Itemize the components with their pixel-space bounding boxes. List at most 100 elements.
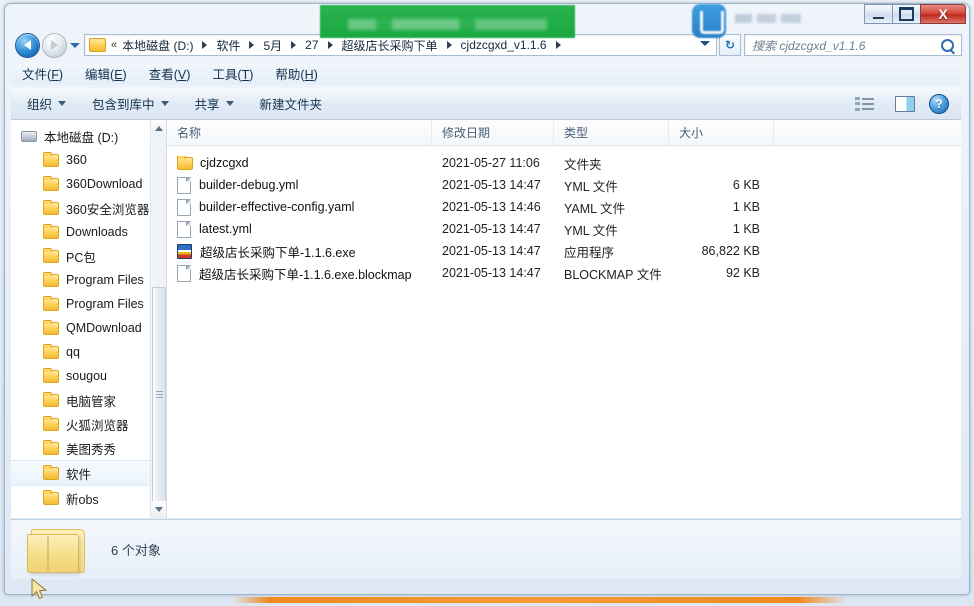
file-size-cell: 6 KB xyxy=(732,178,760,192)
scrollbar-thumb[interactable] xyxy=(152,287,166,503)
menu-item-tools[interactable]: 工具(T) xyxy=(201,62,264,85)
file-rows: cjdzcgxd 2021-05-27 11:06 文件夹 builder-de… xyxy=(167,146,961,284)
address-dropdown-icon[interactable] xyxy=(700,41,710,46)
tree-item-label: 360Download xyxy=(66,177,143,191)
tree-item-program-files-x86[interactable]: Program Files xyxy=(11,292,166,316)
file-type-cell: BLOCKMAP 文件 xyxy=(564,267,662,282)
maximize-button[interactable] xyxy=(892,4,920,24)
breadcrumb-item-1[interactable]: 软件 xyxy=(212,36,244,55)
table-row[interactable]: builder-debug.yml 2021-05-13 14:47 YML 文… xyxy=(167,174,961,196)
include-in-library-label: 包含到库中 xyxy=(92,98,155,112)
breadcrumb-item-2[interactable]: 5月 xyxy=(259,36,286,55)
chevron-down-icon xyxy=(225,101,234,106)
menu-item-edit[interactable]: 编辑(E) xyxy=(74,62,138,85)
breadcrumb-separator-icon[interactable] xyxy=(446,41,452,49)
tree-item-program-files[interactable]: Program Files xyxy=(11,268,166,292)
column-header-name[interactable]: 名称 xyxy=(167,120,432,146)
column-header-size[interactable]: 大小 xyxy=(669,120,774,146)
folder-icon xyxy=(43,464,59,480)
chevron-down-icon xyxy=(58,101,67,106)
tree-item-new-obs[interactable]: 新obs xyxy=(11,486,166,510)
tree-item-label: 360 xyxy=(66,153,87,167)
tree-item-qmdownload[interactable]: QMDownload xyxy=(11,316,166,340)
close-button[interactable]: X xyxy=(920,4,966,24)
file-name-cell[interactable]: builder-effective-config.yaml xyxy=(167,198,432,216)
scroll-up-button[interactable] xyxy=(151,120,166,137)
overflow-chevron-icon[interactable]: « xyxy=(110,39,118,51)
search-placeholder: 搜索 cjdzcgxd_v1.1.6 xyxy=(752,38,866,53)
tree-item-360[interactable]: 360 xyxy=(11,148,166,172)
breadcrumb-separator-icon[interactable] xyxy=(327,41,333,49)
help-icon[interactable]: ? xyxy=(929,93,949,114)
navigation-pane: 本地磁盘 (D:) 360 360Download 360安全浏览器 Downl… xyxy=(11,120,167,518)
breadcrumb-separator-icon[interactable] xyxy=(202,41,208,49)
breadcrumb-item-3[interactable]: 27 xyxy=(301,37,322,53)
navigation-scrollbar[interactable] xyxy=(150,120,166,518)
file-icon xyxy=(177,176,191,194)
close-icon: X xyxy=(938,6,948,22)
tree-item-firefox[interactable]: 火狐浏览器 xyxy=(11,412,166,436)
menu-item-view[interactable]: 查看(V) xyxy=(138,62,202,85)
chevron-down-icon[interactable] xyxy=(70,42,80,48)
status-bar: 6 个对象 xyxy=(11,519,961,579)
scroll-down-button[interactable] xyxy=(151,501,166,518)
breadcrumb-separator-icon[interactable] xyxy=(249,41,255,49)
table-row[interactable]: 超级店长采购下单-1.1.6.exe.blockmap 2021-05-13 1… xyxy=(167,262,961,284)
tree-item-360download[interactable]: 360Download xyxy=(11,172,166,196)
breadcrumb-separator-icon[interactable] xyxy=(291,41,297,49)
include-in-library-button[interactable]: 包含到库中 xyxy=(82,91,179,116)
table-row[interactable]: builder-effective-config.yaml 2021-05-13… xyxy=(167,196,961,218)
triangle-down-icon xyxy=(155,507,163,512)
breadcrumb-separator-icon[interactable] xyxy=(555,41,561,49)
folder-icon xyxy=(43,175,59,191)
column-header-date[interactable]: 修改日期 xyxy=(432,120,554,146)
tree-item-computer-manager[interactable]: 电脑管家 xyxy=(11,388,166,412)
table-row[interactable]: 超级店长采购下单-1.1.6.exe 2021-05-13 14:47 应用程序… xyxy=(167,240,961,262)
refresh-button[interactable]: ↻ xyxy=(719,34,741,56)
file-name-cell[interactable]: 超级店长采购下单-1.1.6.exe xyxy=(167,242,432,261)
folder-icon xyxy=(177,156,193,170)
tree-item-360-browser[interactable]: 360安全浏览器 xyxy=(11,196,166,220)
menu-item-file[interactable]: 文件(F) xyxy=(11,62,74,85)
tree-item-label: QMDownload xyxy=(66,321,142,335)
folder-icon xyxy=(43,343,59,359)
change-view-button[interactable] xyxy=(855,96,881,111)
tree-item-sougou[interactable]: sougou xyxy=(11,364,166,388)
organize-button[interactable]: 组织 xyxy=(17,91,76,116)
menu-item-help[interactable]: 帮助(H) xyxy=(264,62,328,85)
tree-item-downloads[interactable]: Downloads xyxy=(11,220,166,244)
tree-item-meitu[interactable]: 美图秀秀 xyxy=(11,436,166,460)
new-folder-button[interactable]: 新建文件夹 xyxy=(250,91,333,116)
minimize-button[interactable] xyxy=(864,4,892,24)
back-button[interactable] xyxy=(15,32,40,58)
folder-icon xyxy=(43,367,59,383)
tree-item-label: 软件 xyxy=(66,467,92,482)
file-size-cell: 86,822 KB xyxy=(701,244,760,258)
file-name-cell[interactable]: cjdzcgxd xyxy=(167,156,432,170)
folder-icon xyxy=(43,319,59,335)
tree-item-label: 新obs xyxy=(66,492,99,507)
file-name-cell[interactable]: latest.yml xyxy=(167,220,432,238)
share-button[interactable]: 共享 xyxy=(185,91,244,116)
forward-button[interactable] xyxy=(42,32,67,58)
breadcrumb-item-0[interactable]: 本地磁盘 (D:) xyxy=(118,36,197,55)
table-row[interactable]: cjdzcgxd 2021-05-27 11:06 文件夹 xyxy=(167,152,961,174)
organize-label: 组织 xyxy=(27,98,53,112)
file-size-cell: 1 KB xyxy=(732,200,760,214)
file-type-cell: YML 文件 xyxy=(564,179,618,194)
tree-item-qq[interactable]: qq xyxy=(11,340,166,364)
tree-item-local-disk-d[interactable]: 本地磁盘 (D:) xyxy=(11,124,166,148)
file-name-cell[interactable]: builder-debug.yml xyxy=(167,176,432,194)
file-name-cell[interactable]: 超级店长采购下单-1.1.6.exe.blockmap xyxy=(167,264,432,283)
file-icon xyxy=(177,198,191,216)
file-date-cell: 2021-05-13 14:47 xyxy=(442,244,541,258)
tree-item-software[interactable]: 软件 xyxy=(11,460,166,486)
breadcrumb-item-5[interactable]: cjdzcgxd_v1.1.6 xyxy=(457,37,551,53)
preview-pane-button[interactable] xyxy=(895,95,915,112)
table-row[interactable]: latest.yml 2021-05-13 14:47 YML 文件 1 KB xyxy=(167,218,961,240)
tree-item-pc-bao[interactable]: PC包 xyxy=(11,244,166,268)
help-label: ? xyxy=(935,96,943,111)
breadcrumb-item-4[interactable]: 超级店长采购下单 xyxy=(338,36,442,55)
search-input[interactable]: 搜索 cjdzcgxd_v1.1.6 xyxy=(744,34,962,56)
column-header-type[interactable]: 类型 xyxy=(554,120,669,146)
